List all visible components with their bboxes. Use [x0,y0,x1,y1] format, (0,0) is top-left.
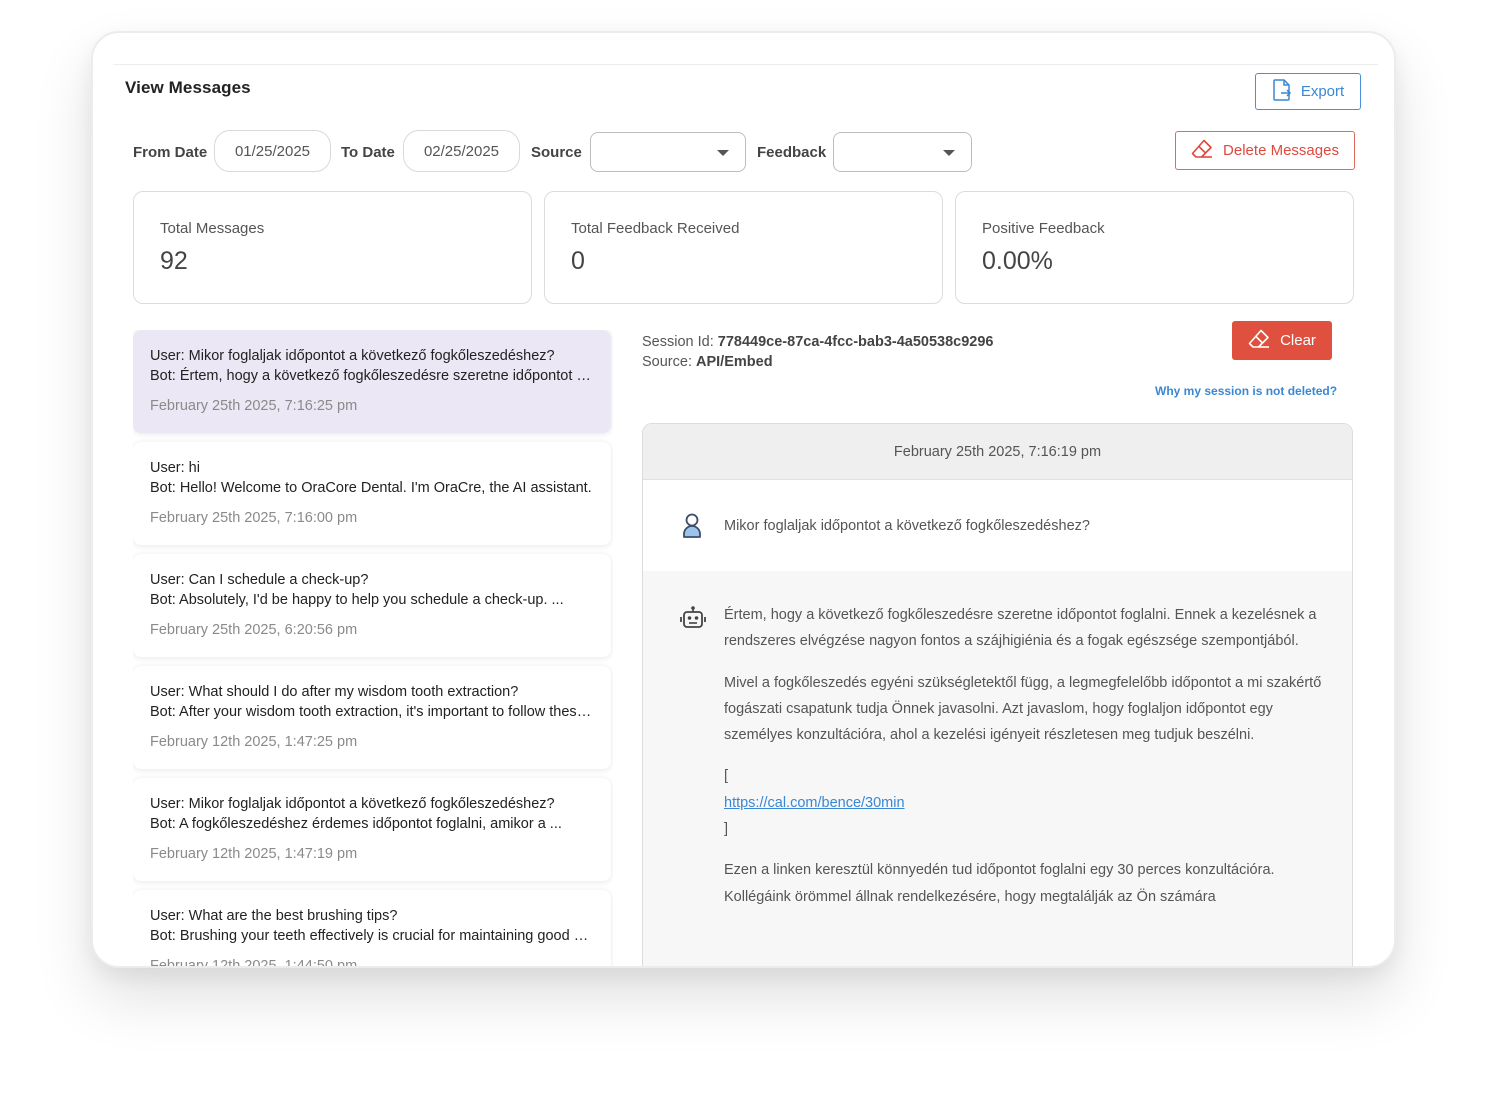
clear-label: Clear [1280,332,1316,349]
bot-paragraph: Mivel a fogkőleszedés egyéni szükséglete… [724,674,1322,744]
from-date-input[interactable]: 01/25/2025 [214,130,331,172]
source-label: Source [531,144,582,161]
bracket-open: [ [724,768,729,785]
from-date-label: From Date [133,144,208,161]
divider [113,64,1378,65]
list-item[interactable]: User: Mikor foglaljak időpontot a követk… [133,778,611,881]
list-item-bot: Bot: Értem, hogy a következő fogkőleszed… [150,368,594,384]
page-title: View Messages [125,78,251,97]
list-item-bot: Bot: Hello! Welcome to OraCore Dental. I… [150,480,592,496]
clear-button[interactable]: Clear [1232,321,1332,360]
why-session-not-deleted-link[interactable]: Why my session is not deleted? [1155,384,1337,398]
list-item-bot: Bot: Brushing your teeth effectively is … [150,928,594,944]
chat-timestamp: February 25th 2025, 7:16:19 pm [643,424,1352,480]
feedback-label: Feedback [757,144,827,161]
list-item-time: February 25th 2025, 7:16:25 pm [150,398,358,414]
delete-messages-button[interactable]: Delete Messages [1175,131,1355,170]
list-item-bot: Bot: A fogkőleszedéshez érdemes időponto… [150,816,562,832]
bot-paragraph: Értem, hogy a következő fogkőleszedésre … [724,607,1317,650]
bot-message-body: Értem, hogy a következő fogkőleszedésre … [724,602,1330,925]
feedback-select[interactable] [833,132,972,172]
export-label: Export [1300,83,1345,100]
session-source-label: Source: [642,354,692,370]
list-item-user: User: Can I schedule a check-up? [150,572,369,588]
list-item-time: February 12th 2025, 1:47:19 pm [150,846,358,862]
list-item[interactable]: User: Can I schedule a check-up? Bot: Ab… [133,554,611,657]
chat-panel: February 25th 2025, 7:16:19 pm Mikor fog… [642,423,1353,966]
to-date-label: To Date [341,144,395,161]
list-item[interactable]: User: hi Bot: Hello! Welcome to OraCore … [133,442,611,545]
stat-label: Total Feedback Received [571,220,740,237]
stat-value: 0 [571,247,585,275]
list-item-bot: Bot: After your wisdom tooth extraction,… [150,704,594,720]
stat-label: Total Messages [160,220,265,237]
stat-value: 92 [160,247,188,275]
list-item-time: February 25th 2025, 6:20:56 pm [150,622,358,638]
user-message-row: Mikor foglaljak időpontot a következő fo… [643,480,1352,571]
bot-link-block: [ https://cal.com/bence/30min ] [724,763,1330,842]
delete-messages-label: Delete Messages [1223,142,1339,159]
session-id: Session Id: 778449ce-87ca-4fcc-bab3-4a50… [642,334,994,350]
app-window: View Messages Export From Date 01/25/202… [91,31,1396,968]
caret-down-icon [943,150,955,156]
eraser-icon [1191,139,1213,163]
bracket-close: ] [724,821,729,838]
stat-label: Positive Feedback [982,220,1105,237]
stat-total-messages: Total Messages 92 [133,191,532,304]
session-id-label: Session Id: [642,334,714,350]
bot-paragraph: Ezen a linken keresztül könnyedén tud id… [724,862,1275,905]
stat-value: 0.00% [982,247,1053,275]
caret-down-icon [717,150,729,156]
list-item-user: User: Mikor foglaljak időpontot a követk… [150,348,555,364]
list-item[interactable]: User: What should I do after my wisdom t… [133,666,611,769]
export-button[interactable]: Export [1255,73,1361,110]
user-icon [681,513,703,544]
list-item-time: February 25th 2025, 7:16:00 pm [150,510,358,526]
list-item-bot: Bot: Absolutely, I'd be happy to help yo… [150,592,564,608]
bot-message-row: Értem, hogy a következő fogkőleszedésre … [643,571,1352,966]
list-item-user: User: hi [150,460,200,476]
list-item-user: User: What are the best brushing tips? [150,908,398,924]
stat-positive-feedback: Positive Feedback 0.00% [955,191,1354,304]
list-item[interactable]: User: Mikor foglaljak időpontot a követk… [133,330,611,433]
eraser-icon [1248,329,1270,353]
file-export-icon [1272,78,1292,105]
session-source-value: API/Embed [696,354,773,370]
list-item[interactable]: User: What are the best brushing tips? B… [133,890,611,968]
source-select[interactable] [590,132,746,172]
to-date-input[interactable]: 02/25/2025 [403,130,520,172]
list-item-time: February 12th 2025, 1:44:50 pm [150,958,358,968]
list-item-user: User: What should I do after my wisdom t… [150,684,519,700]
session-source: Source: API/Embed [642,354,773,370]
stat-total-feedback: Total Feedback Received 0 [544,191,943,304]
booking-link[interactable]: https://cal.com/bence/30min [724,795,905,811]
session-id-value: 778449ce-87ca-4fcc-bab3-4a50538c9296 [717,334,994,350]
robot-icon [679,605,707,638]
list-item-user: User: Mikor foglaljak időpontot a követk… [150,796,555,812]
user-message-text: Mikor foglaljak időpontot a következő fo… [724,518,1090,534]
message-list[interactable]: User: Mikor foglaljak időpontot a követk… [133,330,613,968]
list-item-time: February 12th 2025, 1:47:25 pm [150,734,358,750]
